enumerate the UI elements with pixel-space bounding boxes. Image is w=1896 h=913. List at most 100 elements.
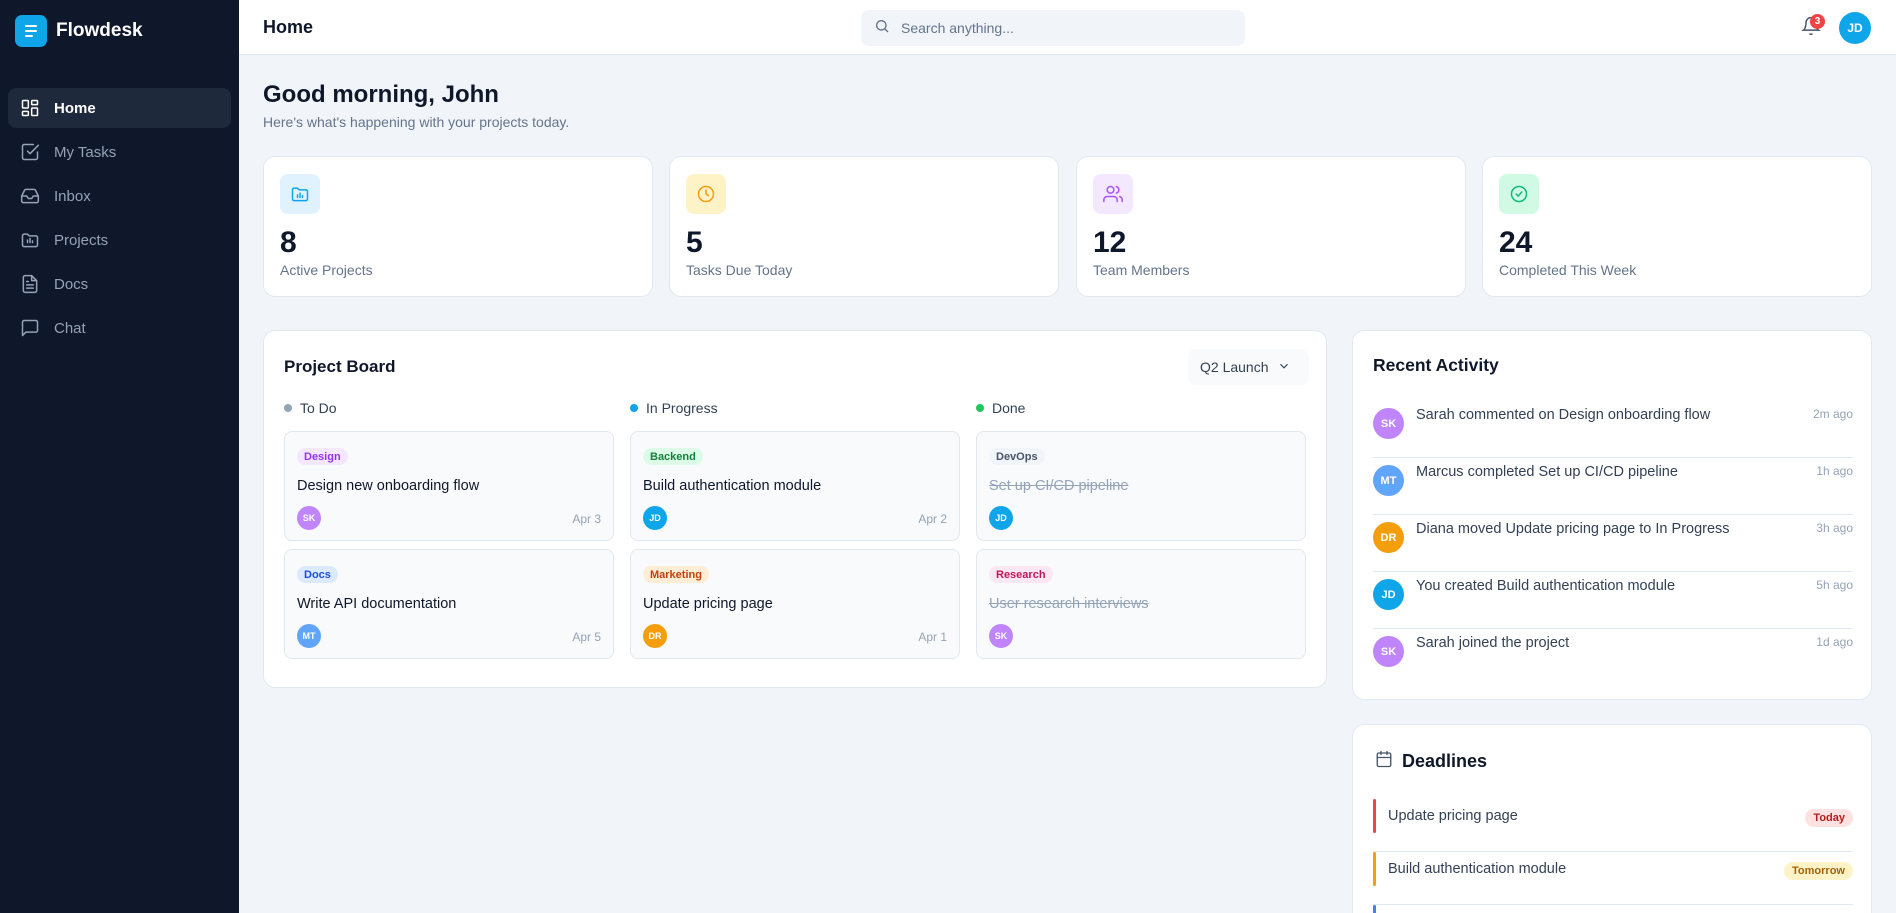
stat-value: 24 [1499,226,1533,259]
task-card[interactable]: Docs Write API documentation MT Apr 5 [284,549,614,659]
brand-name: Flowdesk [56,20,143,41]
checkbox-icon [20,142,40,162]
task-date: Apr 1 [918,630,947,644]
search-box[interactable] [861,10,1245,46]
column-header-todo: To Do [284,400,337,416]
task-card[interactable]: Research User research interviews SK [976,549,1306,659]
stat-card-active-projects[interactable]: 8 Active Projects [263,156,653,297]
activity-time: 5h ago [1816,578,1853,592]
task-date: Apr 3 [572,512,601,526]
greeting-title: Good morning, John [263,81,499,108]
deadlines-header: Deadlines [1375,750,1487,773]
activity-item[interactable]: DR Diana moved Update pricing page to In… [1373,515,1853,572]
task-card[interactable]: Design Design new onboarding flow SK Apr… [284,431,614,541]
sidebar-item-label: Chat [54,319,86,337]
task-title: User research interviews [989,596,1149,612]
task-card[interactable]: Backend Build authentication module JD A… [630,431,960,541]
avatar: JD [1373,579,1404,610]
sidebar-item-label: Projects [54,231,109,249]
avatar: DR [1373,522,1404,553]
activity-text: Sarah commented on Design onboarding flo… [1416,407,1711,423]
document-icon [20,274,40,294]
task-tag: Design [297,448,348,465]
avatar: SK [297,506,321,530]
sidebar-item-label: Home [54,99,96,117]
sidebar-item-my-tasks[interactable]: My Tasks [8,132,231,172]
status-dot [976,404,984,412]
page-title: Home [263,17,314,37]
inbox-icon [20,186,40,206]
task-tag: Docs [297,566,338,583]
task-tag: Backend [643,448,703,465]
deadline-name: Update pricing page [1388,808,1518,824]
avatar: MT [1373,465,1404,496]
dashboard-icon [20,98,40,118]
stat-card-completed[interactable]: 24 Completed This Week [1482,156,1872,297]
stat-label: Completed This Week [1499,262,1637,278]
avatar: DR [643,624,667,648]
deadline-item[interactable]: Update pricing page Today [1373,799,1853,852]
avatar: SK [1373,636,1404,667]
activity-item[interactable]: SK Sarah joined the project 1d ago [1373,629,1853,686]
column-title: In Progress [646,400,718,416]
sidebar-item-label: Inbox [54,187,91,205]
deadlines-title: Deadlines [1402,751,1488,771]
recent-activity-panel: Recent Activity SK Sarah commented on De… [1352,330,1872,700]
activity-text: Marcus completed Set up CI/CD pipeline [1416,464,1678,480]
activity-time: 2m ago [1812,407,1853,421]
activity-text: You created Build authentication module [1416,578,1676,594]
stat-card-team-members[interactable]: 12 Team Members [1076,156,1466,297]
chat-icon [20,318,40,338]
column-title: Done [992,400,1026,416]
sidebar-item-projects[interactable]: Projects [8,220,231,260]
task-tag: DevOps [989,448,1045,465]
stat-card-tasks-due[interactable]: 5 Tasks Due Today [669,156,1059,297]
user-avatar[interactable]: JD [1839,12,1871,44]
stat-value: 8 [280,226,297,259]
stat-label: Tasks Due Today [686,262,793,278]
status-dot [630,404,638,412]
column-title: To Do [300,400,337,416]
search-input[interactable] [901,20,1221,36]
deadline-name: Build authentication module [1388,861,1567,877]
users-icon [1093,174,1133,214]
calendar-icon [1375,750,1393,773]
clock-icon [686,174,726,214]
check-circle-icon [1499,174,1539,214]
sidebar-item-label: Docs [54,275,89,293]
due-badge: Today [1805,809,1853,827]
task-title: Design new onboarding flow [297,478,480,494]
brand[interactable]: Flowdesk [0,0,239,62]
project-select[interactable]: Q2 Launch [1188,349,1309,385]
notification-badge: 3 [1810,14,1825,29]
chevron-down-icon [1269,359,1291,376]
task-card[interactable]: Marketing Update pricing page DR Apr 1 [630,549,960,659]
activity-time: 1d ago [1816,635,1853,649]
activity-text: Sarah joined the project [1416,635,1570,651]
sidebar-item-inbox[interactable]: Inbox [8,176,231,216]
priority-bar [1373,905,1376,913]
activity-item[interactable]: SK Sarah commented on Design onboarding … [1373,401,1853,458]
column-header-done: Done [976,400,1025,416]
sidebar-item-docs[interactable]: Docs [8,264,231,304]
sidebar-item-home[interactable]: Home [8,88,231,128]
activity-time: 1h ago [1816,464,1853,478]
activity-time: 3h ago [1816,521,1853,535]
task-tag: Research [989,566,1053,583]
task-title: Build authentication module [643,478,822,494]
activity-item[interactable]: JD You created Build authentication modu… [1373,572,1853,629]
deadline-item[interactable] [1373,905,1853,913]
menu-icon [15,15,47,47]
task-date: Apr 2 [918,512,947,526]
avatar: JD [989,506,1013,530]
stat-label: Team Members [1093,262,1190,278]
sidebar: Flowdesk Home My Tasks Inbox Projects Do… [0,0,239,913]
stat-value: 5 [686,226,703,259]
activity-item[interactable]: MT Marcus completed Set up CI/CD pipelin… [1373,458,1853,515]
sidebar-item-chat[interactable]: Chat [8,308,231,348]
activity-text: Diana moved Update pricing page to In Pr… [1416,521,1730,537]
folder-icon [20,230,40,250]
task-card[interactable]: DevOps Set up CI/CD pipeline JD [976,431,1306,541]
deadline-item[interactable]: Build authentication module Tomorrow [1373,852,1853,905]
avatar: SK [989,624,1013,648]
